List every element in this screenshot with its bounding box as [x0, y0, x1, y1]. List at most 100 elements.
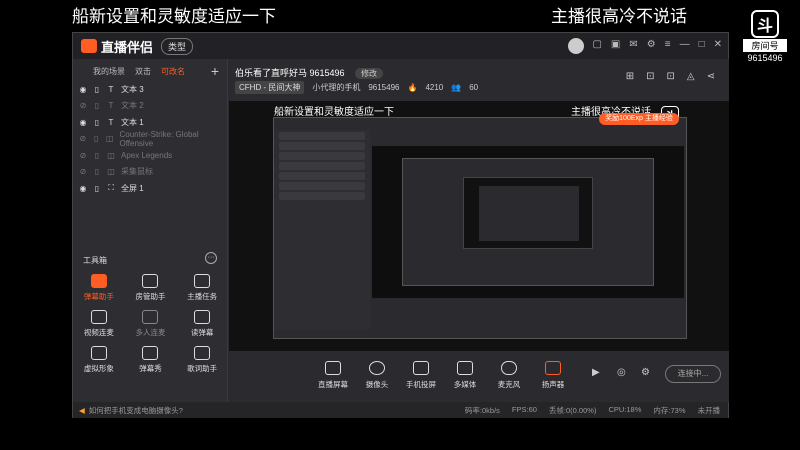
button-label: 麦克风 — [497, 380, 521, 389]
lock-icon[interactable]: ⊡ — [667, 71, 675, 82]
fire-icon: 🔥 — [407, 83, 418, 92]
text-icon: T — [108, 117, 114, 127]
read-icon — [194, 310, 211, 324]
lock-icon[interactable]: ▯ — [92, 134, 99, 143]
text-icon: T — [108, 84, 114, 94]
tool-label: 房管助手 — [135, 292, 166, 301]
add-scene-icon[interactable]: + — [211, 63, 219, 79]
tab-renamable[interactable]: 可改名 — [161, 66, 185, 79]
edit-button[interactable]: 修改 — [355, 68, 384, 79]
record-icon[interactable]: ▶ — [592, 367, 600, 378]
media-button[interactable]: 多媒体 — [443, 361, 487, 390]
eye-icon[interactable]: ◎ — [617, 367, 626, 378]
lock-icon[interactable]: ▯ — [93, 101, 101, 110]
tool-room-admin[interactable]: 房管助手 — [125, 274, 177, 302]
tab-double-click[interactable]: 双击 — [135, 66, 151, 79]
tool-virtual-avatar[interactable]: 虚拟形象 — [73, 346, 125, 374]
phone-cast-button[interactable]: 手机投屏 — [399, 361, 443, 390]
unlock-icon[interactable]: ⊡ — [646, 71, 654, 82]
viewer-icon: 👥 — [451, 83, 462, 92]
settings-icon[interactable]: ⚙ — [647, 39, 656, 50]
mail-icon[interactable]: ✉ — [629, 39, 637, 50]
source-item[interactable]: ⊘ ▯ ◫ Apex Legends — [73, 147, 227, 164]
category-badge[interactable]: CFHD - 民间大神 — [235, 81, 305, 94]
user-icon — [142, 274, 159, 288]
tool-anchor-tasks[interactable]: 主播任务 — [176, 274, 228, 302]
lock-icon[interactable]: ▯ — [93, 85, 101, 94]
speaker-button[interactable]: 扬声器 — [531, 361, 575, 390]
danmaku-icon — [90, 274, 107, 288]
overlay-caption-right: 主播很高冷不说话 — [551, 7, 687, 26]
source-item[interactable]: ◉ ▯ T 文本 3 — [73, 81, 227, 98]
eye-off-icon[interactable]: ⊘ — [79, 101, 87, 110]
eye-icon[interactable]: ◉ — [79, 184, 87, 193]
app-logo-icon — [81, 39, 97, 53]
eye-off-icon[interactable]: ⊘ — [79, 151, 87, 160]
tool-danmaku-assistant[interactable]: 弹幕助手 — [73, 274, 125, 302]
avatar[interactable] — [568, 38, 584, 54]
status-tip[interactable]: 如何把手机变成电脑摄像头? — [89, 405, 183, 416]
cpu-usage: CPU:18% — [608, 404, 642, 414]
app-brand: 直播伴侣 — [81, 37, 153, 56]
tool-multi-link[interactable]: 多人连麦 — [125, 310, 177, 338]
douyu-room-logo: 斗 房间号 9615496 — [743, 10, 787, 63]
maximize-icon[interactable]: □ — [699, 39, 705, 50]
gift-icon[interactable]: ▣ — [611, 39, 620, 50]
tab-my-scenes[interactable]: 我的场景 — [93, 66, 125, 79]
source-item[interactable]: ⊘ ▯ T 文本 2 — [73, 98, 227, 115]
menu-icon[interactable]: ≡ — [665, 39, 671, 50]
window-controls: ▢ ▣ ✉ ⚙ ≡ — □ ✕ — [592, 39, 722, 50]
source-label: Apex Legends — [121, 150, 173, 160]
settings-icon[interactable]: ⚙ — [641, 367, 650, 378]
tool-video-link[interactable]: 视频连麦 — [73, 310, 125, 338]
speaker-icon — [545, 361, 561, 375]
share-icon[interactable]: ⋖ — [707, 71, 715, 82]
bell-icon[interactable]: ◬ — [687, 71, 695, 82]
button-label: 手机投屏 — [406, 380, 436, 389]
eye-off-icon[interactable]: ⊘ — [79, 167, 87, 176]
more-icon[interactable]: ··· — [205, 252, 217, 264]
lock-icon[interactable]: ▯ — [93, 184, 101, 193]
eye-icon[interactable]: ◉ — [79, 118, 87, 127]
tool-lyrics[interactable]: 歌词助手 — [176, 346, 228, 374]
minimize-icon[interactable]: — — [680, 39, 690, 50]
lyrics-icon — [194, 346, 211, 360]
source-label: Counter-Strike: Global Offensive — [119, 129, 199, 148]
eye-off-icon[interactable]: ⊘ — [79, 134, 86, 143]
tool-label: 视频连麦 — [83, 328, 114, 337]
camera-button[interactable]: 摄像头 — [355, 361, 399, 390]
source-item[interactable]: ⊘ ▯ ◫ Counter-Strike: Global Offensive — [73, 129, 227, 148]
message-icon[interactable]: ▢ — [592, 39, 601, 50]
go-live-button[interactable]: 连接中... — [665, 365, 721, 383]
source-item[interactable]: ◉ ▯ T 文本 1 — [73, 114, 227, 131]
screen-capture-button[interactable]: 直播屏幕 — [311, 361, 355, 390]
lock-icon[interactable]: ▯ — [93, 118, 101, 127]
tool-label: 弹幕秀 — [139, 364, 162, 373]
preview-caption-left: 船新设置和灵敏度适应一下 — [274, 107, 394, 118]
game-icon: ◫ — [105, 134, 114, 144]
game-icon: ◫ — [107, 150, 115, 160]
tool-danmaku-show[interactable]: 弹幕秀 — [125, 346, 177, 374]
scene-tabs: 我的场景 双击 可改名 + — [73, 59, 227, 79]
top-actions: ⊞ ⊡ ⊡ ◬ ⋖ — [626, 71, 715, 82]
nested-app-preview — [273, 117, 687, 339]
source-item[interactable]: ⊘ ▯ ◫ 采集鼠标 — [73, 164, 227, 181]
fps: FPS:60 — [511, 404, 537, 414]
memory-usage: 内存:73% — [653, 405, 686, 415]
lock-icon[interactable]: ▯ — [93, 151, 101, 160]
tool-read-danmaku[interactable]: 读弹幕 — [176, 310, 228, 338]
type-button[interactable]: 类型 — [161, 37, 194, 55]
room-title: 伯乐看了直呼好马 9615496 — [235, 68, 345, 78]
microphone-button[interactable]: 麦克风 — [487, 361, 531, 390]
gift-box-icon[interactable]: ⊞ — [626, 71, 634, 82]
lock-icon[interactable]: ▯ — [93, 167, 101, 176]
source-item[interactable]: ◉ ▯ ⛶ 全屏 1 — [73, 180, 227, 197]
nickname: 小代理的手机 — [312, 83, 361, 92]
stream-preview[interactable]: 船新设置和灵敏度适应一下 主播很高冷不说话 斗 奖励100Exp 主播经验 — [229, 101, 729, 351]
close-icon[interactable]: ✕ — [714, 39, 722, 50]
eye-icon[interactable]: ◉ — [79, 85, 87, 94]
source-label: 文本 3 — [121, 84, 144, 94]
tool-label: 虚拟形象 — [83, 364, 114, 373]
nested-app-level-4 — [479, 186, 579, 241]
live-status: 未开播 — [697, 405, 721, 415]
